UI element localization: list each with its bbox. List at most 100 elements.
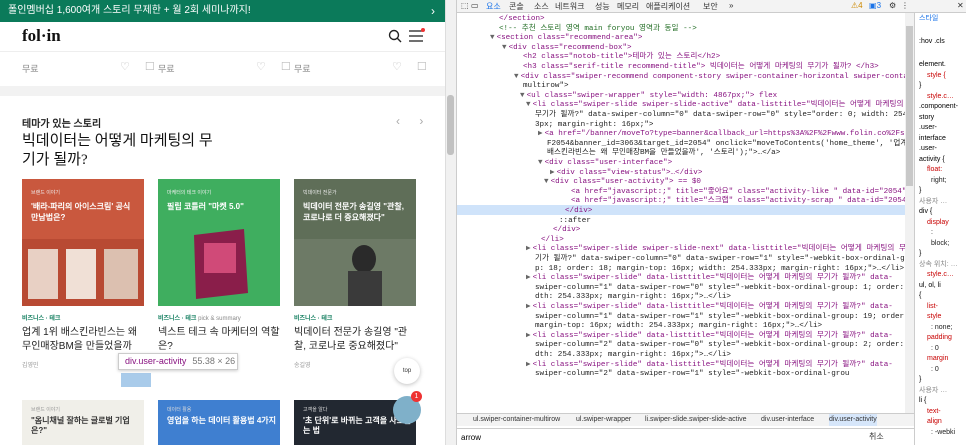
story-card[interactable]: 데이터 활용 영업을 하는 데이터 활용법 4가지 [158,400,280,445]
style-line[interactable]: } [919,375,921,384]
breadcrumb-item[interactable]: ul.swiper-container-multirow [473,414,560,426]
dom-line[interactable]: </li> [541,236,564,246]
story-card[interactable]: 브랜드 이야기 '배라-파리의 아이스크림' 공식 만남법은? 비즈니스 · 테… [22,179,144,369]
pager-arrows[interactable]: ‹ › [396,114,431,128]
dom-line[interactable]: <h2 class="notob-title">테마가 있는 스토리</h2> [523,53,720,63]
expand-down-icon[interactable]: ▼ [526,101,531,109]
style-line[interactable]: 상속 위치: … [919,260,958,269]
style-line[interactable]: margin [927,354,948,363]
page-scrollbar[interactable] [445,0,456,445]
style-line[interactable]: } [919,186,921,195]
dom-line[interactable]: ▶ <div class="view-status">…</div> [550,169,702,179]
elements-tree[interactable]: </section> <!-- 추천 스토리 영역 main foryou 영역과… [457,13,905,413]
dom-line[interactable]: <!-- 추천 스토리 영역 main foryou 영역과 동일 --> [499,25,697,35]
dom-line[interactable]: </div> [565,207,592,217]
expand-right-icon[interactable]: ▶ [526,245,531,253]
page-scroll-thumb[interactable] [447,95,454,155]
like-scrap-icons[interactable]: ♡ ☐ [392,60,433,73]
story-thumbnail[interactable]: 브랜드 이야기 '배라-파리의 아이스크림' 공식 만남법은? [22,179,144,306]
style-line[interactable]: : -webki [931,428,955,437]
tab-sources[interactable]: 소스 [534,1,549,12]
style-line[interactable]: style [927,312,941,321]
dom-line[interactable]: dth: 254.333px; margin-right: 16px;">…</… [535,351,731,361]
close-icon[interactable]: ✕ [957,1,964,10]
dom-line[interactable]: </div> [553,226,580,236]
tab-application[interactable]: 애플리케이션 [646,1,690,12]
style-line[interactable]: .user- [919,144,937,153]
dom-line[interactable]: dth: 254.333px; margin-right: 16px;">…</… [535,293,731,303]
story-title[interactable]: 업계 1위 배스킨라빈스는 왜 무인매장BM을 만들었을까 [22,326,146,354]
find-cancel-button[interactable]: 취소 [869,431,884,442]
dom-line[interactable]: ▶ <a href="/banner/moveTo?type=banner&cal… [538,130,905,140]
style-line[interactable]: { [919,291,921,300]
breadcrumb-item[interactable]: ul.swiper-wrapper [576,414,631,426]
logo[interactable]: fol·in [22,26,61,46]
dom-line[interactable]: p: 18; order: 18; margin-top: 16px; widt… [535,265,904,275]
warnings-badge[interactable]: ⚠4 [851,1,863,10]
style-line[interactable]: interface [919,134,946,143]
expand-right-icon[interactable]: ▶ [526,274,531,282]
membership-banner[interactable]: 폴인멤버십 1,600여개 스토리 무제한 + 월 2회 세미나까지! › [0,0,445,22]
story-thumbnail[interactable]: 마케터의 테크 이야기 필립 코틀러 "마켓 5.0" [158,179,280,306]
dom-line[interactable]: </section> [499,15,545,25]
tab-elements[interactable]: 요소 [486,1,501,12]
more-options-icon[interactable]: ⋮ [901,1,909,10]
style-line[interactable]: align [927,417,942,426]
dom-line[interactable]: ::after [559,217,591,227]
more-tabs-icon[interactable]: » [729,1,733,10]
story-card[interactable]: 마케터의 테크 이야기 필립 코틀러 "마켓 5.0" 비즈니스 · 테크 pi… [158,179,280,369]
menu-icon[interactable] [409,30,423,42]
dom-line[interactable]: ▼ <div class="swiper-recommend component-… [514,73,905,83]
style-line[interactable]: 사용자 … [919,386,947,395]
tab-security[interactable]: 보안 [703,1,718,12]
style-line[interactable]: right; [931,176,947,185]
dom-line[interactable]: <h3 class="serif-title recommend-title">… [523,63,879,73]
breadcrumb-item-active[interactable]: div.user-activity [829,414,877,426]
dom-line[interactable]: ▶ <li class="swiper-slide" data-listtitle… [526,361,893,371]
dom-line[interactable]: ▶ <li class="swiper-slide" data-listtitle… [526,274,893,284]
expand-down-icon[interactable]: ▼ [502,44,507,52]
dom-line[interactable]: ▶ <li class="swiper-slide" data-listtitle… [526,332,893,342]
dom-line[interactable]: ▶ <li class="swiper-slide" data-listtitle… [526,303,893,313]
search-icon[interactable] [388,29,402,43]
dom-line[interactable]: <a href="javascript:;" title="스크랩" class… [571,197,905,207]
style-line[interactable]: .user- [919,123,937,132]
tab-console[interactable]: 콘솔 [509,1,524,12]
tab-network[interactable]: 네트워크 [555,1,584,12]
styles-tab[interactable]: 스타일 [919,14,938,23]
cls-toggle[interactable]: .cls [934,38,945,45]
expand-right-icon[interactable]: ▶ [526,332,531,340]
dom-line[interactable]: swiper-column="1" data-swiper-row="0" st… [535,284,905,294]
hov-toggle[interactable]: :hov [919,38,932,45]
style-line[interactable]: ul, ol, li [919,281,941,290]
style-line[interactable]: activity { [919,155,945,164]
style-line[interactable]: : 0 [931,365,939,374]
style-line[interactable]: display [927,218,949,227]
tab-performance[interactable]: 성능 [595,1,610,12]
dom-line[interactable]: multirow"> [523,82,569,92]
scroll-top-button[interactable]: top [394,358,420,384]
style-line[interactable]: div { [919,207,932,216]
dom-line[interactable]: ▼ <ul class="swiper-wrapper" style="width… [520,92,777,102]
dom-line[interactable]: F2054&banner_id=3063&target_id=2054" onc… [547,140,905,150]
dom-line[interactable]: ▼ <div class="recommend-box"> [502,44,632,54]
device-icon[interactable]: ▭ [471,1,479,10]
dom-line[interactable]: ▼ <div class="user-interface"> [538,159,672,169]
dom-line[interactable]: <a href="javascript:;" title="좋아요" class… [571,188,905,198]
like-scrap-icons[interactable]: ♡ ☐ [120,60,161,73]
story-title[interactable]: 빅데이터 전문가 송길영 "관찰, 코로나로 중요해졌다" [294,326,418,354]
expand-down-icon[interactable]: ▼ [538,159,543,167]
style-line[interactable]: style.c… [927,92,954,101]
style-line[interactable]: } [919,81,921,90]
expand-right-icon[interactable]: ▶ [538,130,543,138]
breadcrumb-item[interactable]: div.user-interface [761,414,814,426]
tab-memory[interactable]: 메모리 [617,1,639,12]
style-line[interactable]: element. [919,60,946,69]
find-input[interactable] [461,432,861,443]
dom-line[interactable]: ▼ <section class="recommend-area"> [490,34,642,44]
dom-line[interactable]: ▼ <div class="user-activity"> == $0 [544,178,701,188]
dom-line[interactable]: 3px; margin-right: 16px;"> [535,121,653,131]
inspect-icon[interactable]: ⬚ [461,1,469,10]
expand-down-icon[interactable]: ▼ [490,34,495,42]
style-line[interactable]: : 0 [931,344,939,353]
